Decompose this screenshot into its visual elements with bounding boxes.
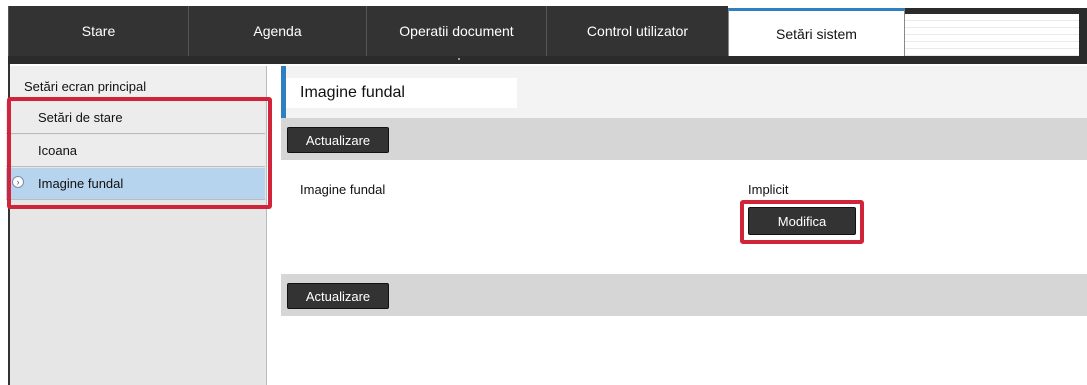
action-bar-top [281,118,1087,160]
action-bar-bottom [281,274,1087,316]
tab-label: Setări sistem [776,25,857,42]
setting-value: Implicit [748,182,789,197]
tab-label: Agenda [253,23,302,39]
update-button-label: Actualizare [305,132,371,148]
tab-label: Operatii document [399,23,514,39]
sidebar-heading-label: Setări ecran principal [24,79,147,94]
tab-control-utilizator[interactable]: Control utilizator [546,6,728,56]
tab-agenda[interactable]: Agenda [188,6,366,56]
tab-setari-sistem[interactable]: Setări sistem [728,8,905,56]
tab-label: Control utilizator [586,23,689,39]
tab-label: Stare [81,23,116,39]
tab-operatii-document[interactable]: Operatii document [366,6,546,56]
tab-stare[interactable]: Stare [8,6,188,56]
update-button-label: Actualizare [305,288,371,304]
tab-bar-filler [905,14,1079,56]
highlight-frame-sidebar [7,97,272,209]
page-title: Imagine fundal [286,78,517,108]
sidebar-heading[interactable]: Setări ecran principal [10,66,266,100]
tab-divider-dot [458,58,460,60]
highlight-frame-modify [740,200,864,244]
page-title-text: Imagine fundal [300,84,405,101]
update-button-bottom[interactable]: Actualizare [287,283,389,309]
update-button-top[interactable]: Actualizare [287,127,389,153]
setting-label: Imagine fundal [300,182,386,197]
